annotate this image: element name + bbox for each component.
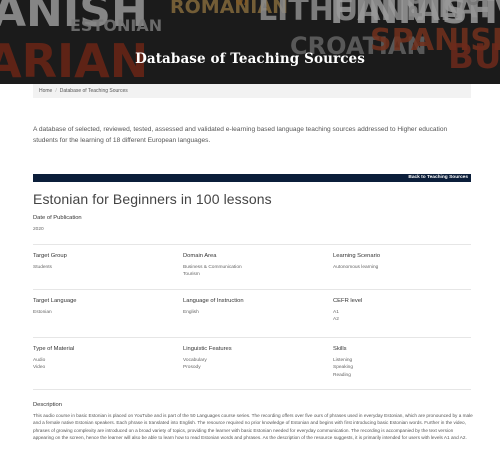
field-values: Audio Video — [33, 357, 74, 372]
field-values: A1 A2 — [333, 309, 362, 324]
field-target-language: Target Language Estonian — [33, 298, 77, 316]
field-value: Audio — [33, 358, 46, 363]
field-values: Estonian — [33, 309, 77, 316]
back-bar: Back to Teaching Sources — [33, 174, 471, 182]
field-values: Autonomous learning — [333, 264, 380, 271]
hero-overlay — [0, 0, 500, 84]
field-value: English — [183, 310, 199, 315]
field-target-group: Target Group Students — [33, 253, 67, 271]
field-value: A2 — [333, 317, 339, 323]
field-value: Video — [33, 365, 46, 371]
description-text: This audio course in basic Estonian is p… — [33, 413, 473, 441]
divider — [33, 389, 471, 390]
field-value: Business & Communication — [183, 265, 242, 270]
field-values: Vocabulary Prosody — [183, 357, 232, 372]
intro-text: A database of selected, reviewed, tested… — [33, 126, 448, 144]
field-label: Learning Scenario — [333, 253, 381, 259]
field-value: Speaking — [333, 365, 354, 371]
field-value: Estonian — [33, 310, 52, 315]
breadcrumb: Home / Database of Teaching Sources — [33, 84, 471, 98]
field-value: Students — [33, 265, 52, 270]
field-value: Listening — [333, 358, 353, 363]
field-value: Autonomous learning — [333, 265, 379, 270]
field-domain-area: Domain Area Business & Communication Touri… — [183, 253, 242, 279]
field-cefr-level: CEFR level A1 A2 — [333, 298, 362, 324]
page-title: Database of Teaching Sources — [135, 51, 365, 67]
divider — [33, 289, 471, 290]
field-label: Skills — [333, 346, 347, 352]
field-language-of-instruction: Language of Instruction English — [183, 298, 244, 316]
resource-title: Estonian for Beginners in 100 lessons — [33, 191, 272, 207]
field-label: Language of Instruction — [183, 298, 244, 304]
publication-label: Date of Publication — [33, 215, 82, 221]
field-value: Prosody — [183, 365, 201, 371]
field-value: Tourism — [183, 272, 200, 278]
divider — [33, 337, 471, 338]
field-label: Domain Area — [183, 253, 217, 259]
field-skills: Skills Listening Speaking Reading — [333, 346, 353, 379]
field-value: Reading — [333, 372, 351, 378]
field-values: Business & Communication Tourism — [183, 264, 242, 279]
field-values: English — [183, 309, 244, 316]
field-label: Target Group — [33, 253, 67, 259]
breadcrumb-separator: / — [55, 88, 57, 94]
field-label: Type of Material — [33, 346, 75, 352]
field-label: CEFR level — [333, 298, 363, 304]
divider — [33, 244, 471, 245]
field-label: Target Language — [33, 298, 77, 304]
publication-value: 2020 — [33, 227, 44, 232]
field-linguistic-features: Linguistic Features Vocabulary Prosody — [183, 346, 232, 372]
field-value: Vocabulary — [183, 358, 207, 363]
field-label: Linguistic Features — [183, 346, 232, 352]
field-value: A1 — [333, 310, 339, 315]
breadcrumb-home-link[interactable]: Home — [39, 88, 52, 94]
back-to-sources-link[interactable]: Back to Teaching Sources — [408, 175, 468, 180]
field-type-of-material: Type of Material Audio Video — [33, 346, 74, 372]
field-values: Listening Speaking Reading — [333, 357, 353, 379]
breadcrumb-current: Database of Teaching Sources — [59, 88, 128, 94]
field-learning-scenario: Learning Scenario Autonomous learning — [333, 253, 380, 271]
field-values: Students — [33, 264, 67, 271]
hero-banner: ANISHROMANIANESTONIANARIANLITHUANIANSLOV… — [0, 0, 500, 84]
description-label: Description — [33, 402, 62, 408]
